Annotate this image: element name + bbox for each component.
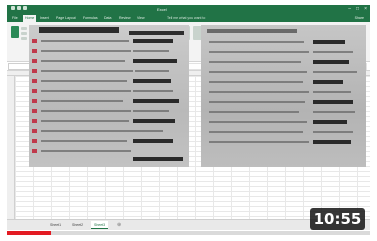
photo-mark — [32, 39, 37, 43]
sheet-tab-1[interactable]: Sheet1 — [47, 221, 64, 229]
sheet-tab-3[interactable]: Sheet3 — [91, 221, 109, 229]
photo-text-line — [313, 51, 353, 53]
tab-page-layout[interactable]: Page Layout — [54, 15, 78, 22]
share-button[interactable]: Share — [355, 15, 364, 21]
photo-text-line — [41, 120, 129, 122]
photo-text-line — [41, 60, 125, 62]
photo-text-line — [313, 91, 351, 93]
photo-box — [133, 79, 171, 83]
video-progress-fill — [7, 231, 51, 235]
row-headers[interactable] — [7, 76, 15, 219]
tab-formulas[interactable]: Formulas — [81, 15, 100, 22]
photo-mark — [32, 109, 37, 113]
cut-icon[interactable] — [21, 27, 27, 30]
photo-text-line — [133, 50, 169, 52]
photo-text-line — [41, 130, 133, 132]
photo-text-line — [209, 141, 309, 143]
photo-box — [313, 80, 343, 84]
photo-text-line — [313, 131, 353, 133]
photo-text-line — [41, 100, 123, 102]
tab-data[interactable]: Data — [102, 15, 113, 22]
photo-text-line — [209, 71, 307, 73]
window-title: Excel — [157, 7, 167, 12]
photo-mark — [32, 49, 37, 53]
photo-box — [133, 157, 183, 161]
add-sheet-icon[interactable]: ⊕ — [117, 221, 121, 229]
photo-text-line — [135, 70, 169, 72]
photo-text-line — [41, 40, 129, 42]
photo-text-line — [209, 131, 303, 133]
photo-text-line — [41, 50, 131, 52]
photo-box — [313, 40, 345, 44]
embedded-photo-left[interactable] — [29, 25, 189, 167]
photo-mark — [32, 99, 37, 103]
photo-mark — [32, 89, 37, 93]
photo-text-line — [209, 91, 309, 93]
photo-text-line — [313, 71, 357, 73]
photo-box — [133, 139, 173, 143]
photo-text-line — [41, 110, 131, 112]
redo-icon[interactable] — [23, 6, 27, 10]
photo-text-line — [41, 90, 131, 92]
save-icon[interactable] — [11, 6, 15, 10]
paste-icon[interactable] — [11, 26, 19, 38]
photo-mark — [32, 129, 37, 133]
video-frame[interactable]: Excel – □ × File Home Insert Page Layout… — [7, 5, 370, 230]
photo-text-line — [209, 51, 309, 53]
copy-icon[interactable] — [21, 32, 27, 35]
photo-text-line — [133, 130, 163, 132]
tab-insert[interactable]: Insert — [38, 15, 51, 22]
tab-review[interactable]: Review — [117, 15, 132, 22]
tell-me-box[interactable]: Tell me what you want to do — [167, 15, 207, 26]
format-painter-icon[interactable] — [21, 37, 27, 40]
photo-mark — [32, 79, 37, 83]
photo-header-bar — [39, 27, 119, 33]
photo-box — [313, 100, 353, 104]
photo-box — [133, 99, 179, 103]
photo-mark — [32, 119, 37, 123]
photo-box — [313, 120, 347, 124]
photo-box — [133, 119, 175, 123]
video-duration-badge: 10:55 — [310, 208, 365, 230]
photo-box — [133, 59, 177, 63]
photo-text-line — [209, 61, 301, 63]
photo-mark — [32, 139, 37, 143]
photo-text-line — [133, 110, 169, 112]
tab-view[interactable]: View — [135, 15, 147, 22]
excel-title-bar: Excel – □ × — [7, 5, 370, 14]
photo-box — [313, 60, 349, 64]
photo-text-line — [313, 111, 355, 113]
photo-text-line — [41, 80, 127, 82]
undo-icon[interactable] — [17, 6, 21, 10]
sheet-tab-2[interactable]: Sheet2 — [69, 221, 86, 229]
photo-text-line — [209, 101, 305, 103]
photo-header-bar — [129, 31, 184, 35]
video-progress-track[interactable] — [7, 231, 370, 235]
quick-access-toolbar[interactable] — [11, 6, 27, 10]
photo-mark — [32, 69, 37, 73]
maximize-icon[interactable]: □ — [356, 6, 359, 12]
embedded-photo-right[interactable] — [201, 25, 366, 167]
photo-text-line — [41, 70, 133, 72]
minimize-icon[interactable]: – — [348, 6, 351, 12]
window-controls: – □ × — [348, 6, 367, 12]
photo-mark — [32, 149, 37, 153]
tab-file[interactable]: File — [10, 15, 20, 22]
tab-home[interactable]: Home — [23, 15, 37, 22]
photo-text-line — [209, 41, 304, 43]
ribbon-tabs: File Home Insert Page Layout Formulas Da… — [7, 14, 370, 26]
photo-text-line — [41, 150, 131, 152]
photo-text-line — [209, 81, 303, 83]
photo-header-bar — [207, 29, 297, 33]
photo-box — [133, 39, 173, 43]
photo-text-line — [41, 140, 127, 142]
photo-text-line — [209, 111, 299, 113]
close-icon[interactable]: × — [364, 6, 367, 12]
photo-text-line — [133, 90, 173, 92]
photo-text-line — [209, 121, 307, 123]
photo-box — [313, 140, 351, 144]
photo-mark — [32, 59, 37, 63]
